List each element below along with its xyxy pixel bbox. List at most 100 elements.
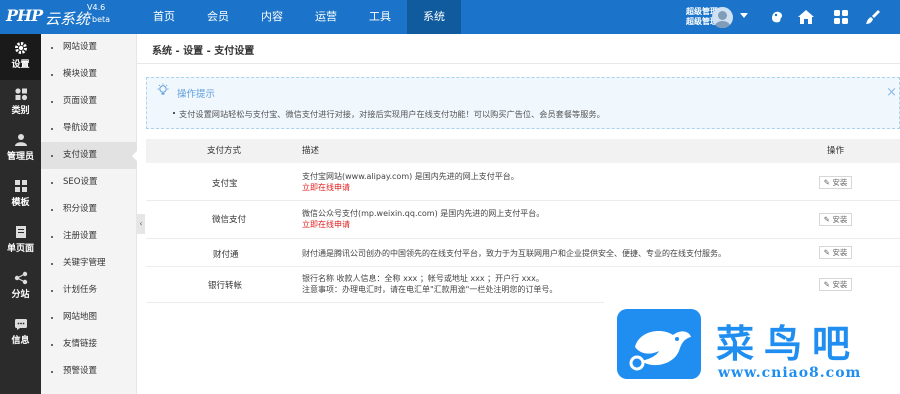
sidebar-item-seo-settings[interactable]: SEO设置: [41, 169, 137, 196]
method-desc-line: 银行名称 收款人信息：全称 xxx ；帐号或地址 xxx ；开户行 xxx。: [302, 274, 544, 283]
sidebar-item-keyword-manage[interactable]: 关键字管理: [41, 250, 137, 277]
home-icon[interactable]: [797, 8, 815, 26]
install-button[interactable]: ✎ 安装: [819, 213, 852, 226]
method-name: 银行转帐: [208, 281, 243, 291]
apply-online-link[interactable]: 立即在线申请: [302, 219, 544, 230]
sidebar-single-page-label: 单页面: [6, 244, 34, 254]
breadcrumb-divider: [137, 63, 900, 64]
install-button[interactable]: ✎ 安装: [819, 176, 852, 189]
tips-box: 操作提示 × 支付设置网站轻松与支付宝、微信支付进行对接，对接后实现用户在线支付…: [146, 77, 900, 129]
sidebar-item-points-settings[interactable]: 积分设置: [41, 196, 137, 223]
top-nav: 首页 会员 内容 运营 工具 系统: [137, 0, 461, 34]
avatar[interactable]: [712, 7, 733, 28]
header-action: 操作: [827, 146, 845, 156]
tips-title: 操作提示: [177, 89, 216, 100]
clear-cache-icon[interactable]: [864, 8, 882, 26]
nav-system[interactable]: 系统: [407, 0, 461, 34]
sidebar-item-friend-links[interactable]: 友情链接: [41, 331, 137, 358]
method-desc-line: 财付通是腾讯公司创办的中国领先的在线支付平台，致力于为互联网用户和企业提供安全、…: [302, 249, 726, 258]
nav-content[interactable]: 内容: [245, 0, 299, 34]
logo-php: PHP: [6, 6, 43, 25]
logo-title: 云系统: [45, 10, 91, 28]
install-label: 安装: [832, 178, 848, 187]
sidebar-item-site-settings[interactable]: 网站设置: [41, 34, 137, 61]
sidebar-item-page-settings[interactable]: 页面设置: [41, 88, 137, 115]
sidebar-substation[interactable]: 分站: [0, 264, 41, 310]
edit-icon: ✎: [823, 178, 830, 187]
nav-home[interactable]: 首页: [137, 0, 191, 34]
method-desc-line: 微信公众号支付(mp.weixin.qq.com) 是国内先进的网上支付平台。: [302, 209, 545, 218]
table-row: 微信支付 微信公众号支付(mp.weixin.qq.com) 是国内先进的网上支…: [146, 201, 900, 239]
nav-members[interactable]: 会员: [191, 0, 245, 34]
method-desc: 银行名称 收款人信息：全称 xxx ；帐号或地址 xxx ；开户行 xxx。 注…: [302, 273, 557, 295]
primary-sidebar: 设置 类别 管理员 模板 单页面 分站 信息: [0, 34, 41, 394]
bird-logo-icon: [617, 309, 701, 379]
sidebar-category[interactable]: 类别: [0, 80, 41, 126]
lightbulb-icon: [157, 83, 169, 95]
sidebar-item-alert-settings[interactable]: 预警设置: [41, 358, 137, 385]
beta-label: beta: [92, 15, 111, 24]
page-icon: [15, 226, 26, 238]
method-name: 支付宝: [212, 179, 238, 189]
top-bar: PHP 云系统 V4.6 beta 首页 会员 内容 运营 工具 系统 超级管理…: [0, 0, 900, 34]
message-icon: [14, 319, 27, 330]
method-desc-line: 支付宝网站(www.alipay.com) 是国内先进的网上支付平台。: [302, 172, 519, 181]
install-button[interactable]: ✎ 安装: [819, 246, 852, 259]
install-button[interactable]: ✎ 安装: [819, 278, 852, 291]
sidebar-item-module-settings[interactable]: 模块设置: [41, 61, 137, 88]
avatar-head: [718, 11, 727, 20]
method-desc-line: 注意事项：办理电汇时，请在电汇单"汇款用途"一栏处注明您的订单号。: [302, 285, 558, 294]
close-icon[interactable]: ×: [886, 85, 897, 100]
watermark-title: 菜鸟吧: [716, 321, 861, 366]
nav-tools[interactable]: 工具: [353, 0, 407, 34]
watermark-url: www.cniao8.com: [718, 365, 862, 381]
sidebar-info[interactable]: 信息: [0, 310, 41, 356]
gear-icon: [14, 42, 27, 54]
user-icon: [14, 134, 27, 146]
install-label: 安装: [832, 248, 848, 257]
install-label: 安装: [832, 280, 848, 289]
sidebar-template[interactable]: 模板: [0, 172, 41, 218]
category-icon: [14, 88, 27, 101]
edit-icon: ✎: [823, 215, 830, 224]
sidebar-item-nav-settings[interactable]: 导航设置: [41, 115, 137, 142]
sidebar-info-label: 信息: [11, 336, 30, 346]
method-desc: 微信公众号支付(mp.weixin.qq.com) 是国内先进的网上支付平台。 …: [302, 208, 544, 230]
install-label: 安装: [832, 215, 848, 224]
sidebar-single-page[interactable]: 单页面: [0, 218, 41, 264]
sidebar-item-register-settings[interactable]: 注册设置: [41, 223, 137, 250]
table-row: 支付宝 支付宝网站(www.alipay.com) 是国内先进的网上支付平台。 …: [146, 163, 900, 201]
sidebar-settings-label: 设置: [11, 60, 30, 70]
method-desc: 财付通是腾讯公司创办的中国领先的在线支付平台，致力于为互联网用户和企业提供安全、…: [302, 248, 726, 259]
breadcrumb: 系统 - 设置 - 支付设置: [152, 46, 255, 57]
header-desc: 描述: [302, 146, 320, 156]
avatar-body: [715, 21, 730, 28]
table-header: 支付方式 描述 操作: [146, 139, 900, 163]
method-name: 微信支付: [212, 215, 247, 225]
sidebar-admin-label: 管理员: [6, 152, 34, 162]
tips-text: 支付设置网站轻松与支付宝、微信支付进行对接，对接后实现用户在线支付功能！可以购买…: [173, 109, 605, 119]
method-desc: 支付宝网站(www.alipay.com) 是国内先进的网上支付平台。 立即在线…: [302, 171, 519, 193]
skin-icon[interactable]: [768, 8, 786, 26]
edit-icon: ✎: [823, 280, 830, 289]
sidebar-admin[interactable]: 管理员: [0, 126, 41, 172]
sidebar-item-scheduled-tasks[interactable]: 计划任务: [41, 277, 137, 304]
sidebar-settings[interactable]: 设置: [0, 34, 41, 80]
method-name: 财付通: [213, 250, 239, 260]
header-method: 支付方式: [207, 146, 242, 156]
collapse-sidebar-icon[interactable]: ‹: [137, 214, 145, 234]
sidebar-template-label: 模板: [11, 198, 30, 208]
apply-online-link[interactable]: 立即在线申请: [302, 182, 519, 193]
apps-icon[interactable]: [832, 8, 850, 26]
edit-icon: ✎: [823, 248, 830, 257]
sidebar-category-label: 类别: [11, 106, 30, 116]
share-icon: [14, 271, 27, 285]
table-row: 财付通 财付通是腾讯公司创办的中国领先的在线支付平台，致力于为互联网用户和企业提…: [146, 239, 900, 267]
sidebar-item-sitemap[interactable]: 网站地图: [41, 304, 137, 331]
sidebar-item-payment-settings[interactable]: 支付设置: [41, 142, 138, 169]
nav-operations[interactable]: 运营: [299, 0, 353, 34]
version-label: V4.6: [87, 3, 106, 12]
logo[interactable]: PHP 云系统 V4.6 beta: [0, 0, 137, 34]
user-menu-caret-icon[interactable]: [740, 13, 748, 18]
sidebar-substation-label: 分站: [11, 290, 30, 300]
